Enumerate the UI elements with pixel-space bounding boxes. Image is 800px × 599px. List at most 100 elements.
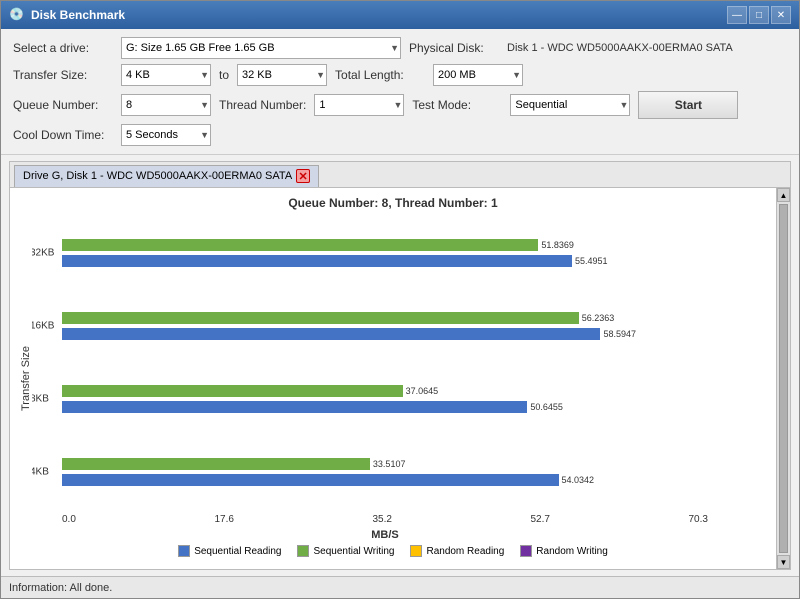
cool-down-wrapper: 5 Seconds ▼ bbox=[121, 124, 211, 146]
chart-body: 32KB51.836955.495116KB56.236358.59478KB3… bbox=[32, 216, 768, 541]
controls-area: Select a drive: G: Size 1.65 GB Free 1.6… bbox=[1, 29, 799, 155]
bar-row: 58.5947 bbox=[62, 327, 708, 341]
chart-tab[interactable]: Drive G, Disk 1 - WDC WD5000AAKX-00ERMA0… bbox=[14, 165, 319, 187]
legend-label: Sequential Reading bbox=[194, 546, 281, 557]
bar-value: 55.4951 bbox=[575, 256, 608, 266]
queue-number-select[interactable]: 8 bbox=[121, 94, 211, 116]
bar-row: 50.6455 bbox=[62, 400, 708, 414]
control-row-transfer: Transfer Size: 4 KB ▼ to 32 KB ▼ Total L… bbox=[13, 64, 787, 86]
y-axis-label: Transfer Size bbox=[18, 216, 32, 541]
bar-reading bbox=[62, 255, 572, 267]
x-axis-area: 0.017.635.252.770.3 MB/S bbox=[32, 512, 768, 541]
to-label: to bbox=[219, 68, 229, 82]
total-length-wrapper: 200 MB ▼ bbox=[433, 64, 523, 86]
bar-group: 8KB37.064550.6455 bbox=[62, 384, 708, 414]
bar-group-label: 32KB bbox=[32, 247, 54, 258]
legend-item: Sequential Reading bbox=[178, 545, 281, 557]
bar-group: 32KB51.836955.4951 bbox=[62, 238, 708, 268]
physical-disk-label: Physical Disk: bbox=[409, 41, 499, 55]
bar-value: 33.5107 bbox=[373, 459, 406, 469]
legend-label: Sequential Writing bbox=[313, 546, 394, 557]
main-window: 💿 Disk Benchmark — □ ✕ Select a drive: G… bbox=[0, 0, 800, 599]
legend-label: Random Reading bbox=[426, 546, 504, 557]
minimize-button[interactable]: — bbox=[727, 6, 747, 24]
drive-select[interactable]: G: Size 1.65 GB Free 1.65 GB bbox=[121, 37, 401, 59]
scroll-thumb[interactable] bbox=[779, 204, 788, 553]
chart-plot-area: 32KB51.836955.495116KB56.236358.59478KB3… bbox=[32, 216, 768, 512]
bar-reading bbox=[62, 474, 559, 486]
bar-row: 54.0342 bbox=[62, 473, 708, 487]
test-mode-wrapper: Sequential ▼ bbox=[510, 94, 630, 116]
thread-number-select[interactable]: 1 bbox=[314, 94, 404, 116]
bar-group-label: 4KB bbox=[32, 466, 49, 477]
scroll-up-button[interactable]: ▲ bbox=[777, 188, 790, 202]
chart-content: Transfer Size 32KB51.836955.495116KB56.2… bbox=[18, 216, 768, 541]
maximize-button[interactable]: □ bbox=[749, 6, 769, 24]
close-button[interactable]: ✕ bbox=[771, 6, 791, 24]
bar-row: 56.2363 bbox=[62, 311, 708, 325]
drive-select-wrapper: G: Size 1.65 GB Free 1.65 GB ▼ bbox=[121, 37, 401, 59]
transfer-from-select[interactable]: 4 KB bbox=[121, 64, 211, 86]
transfer-from-wrapper: 4 KB ▼ bbox=[121, 64, 211, 86]
transfer-size-label: Transfer Size: bbox=[13, 68, 113, 82]
thread-number-label: Thread Number: bbox=[219, 98, 306, 112]
bar-row: 37.0645 bbox=[62, 384, 708, 398]
chart-container: Drive G, Disk 1 - WDC WD5000AAKX-00ERMA0… bbox=[9, 161, 791, 570]
queue-number-label: Queue Number: bbox=[13, 98, 113, 112]
bar-value: 51.8369 bbox=[541, 240, 574, 250]
legend-item: Random Reading bbox=[410, 545, 504, 557]
x-tick: 17.6 bbox=[214, 514, 233, 525]
physical-disk-value: Disk 1 - WDC WD5000AAKX-00ERMA0 SATA bbox=[507, 42, 733, 54]
cool-down-select[interactable]: 5 Seconds bbox=[121, 124, 211, 146]
bar-group: 4KB33.510754.0342 bbox=[62, 457, 708, 487]
chart-tab-bar: Drive G, Disk 1 - WDC WD5000AAKX-00ERMA0… bbox=[10, 162, 790, 188]
total-length-select[interactable]: 200 MB bbox=[433, 64, 523, 86]
transfer-to-select[interactable]: 32 KB bbox=[237, 64, 327, 86]
control-row-queue: Queue Number: 8 ▼ Thread Number: 1 ▼ Tes… bbox=[13, 91, 787, 119]
chart-tab-close-button[interactable]: ✕ bbox=[296, 169, 310, 183]
bar-writing bbox=[62, 385, 403, 397]
legend-item: Sequential Writing bbox=[297, 545, 394, 557]
start-button[interactable]: Start bbox=[638, 91, 738, 119]
x-axis-ticks: 0.017.635.252.770.3 bbox=[62, 512, 708, 527]
legend-label: Random Writing bbox=[536, 546, 608, 557]
bar-reading bbox=[62, 328, 600, 340]
bar-reading bbox=[62, 401, 527, 413]
bar-writing bbox=[62, 458, 370, 470]
bar-group-label: 16KB bbox=[32, 320, 54, 331]
chart-title: Queue Number: 8, Thread Number: 1 bbox=[18, 196, 768, 210]
x-tick: 70.3 bbox=[689, 514, 708, 525]
x-tick: 52.7 bbox=[530, 514, 549, 525]
bar-row: 51.8369 bbox=[62, 238, 708, 252]
bar-writing bbox=[62, 312, 579, 324]
bar-value: 58.5947 bbox=[603, 329, 636, 339]
control-row-cooldown: Cool Down Time: 5 Seconds ▼ bbox=[13, 124, 787, 146]
select-drive-label: Select a drive: bbox=[13, 41, 113, 55]
bar-value: 37.0645 bbox=[406, 386, 439, 396]
scroll-down-button[interactable]: ▼ bbox=[777, 555, 790, 569]
status-bar: Information: All done. bbox=[1, 576, 799, 598]
status-text: Information: All done. bbox=[9, 582, 112, 594]
title-bar: 💿 Disk Benchmark — □ ✕ bbox=[1, 1, 799, 29]
legend-color bbox=[520, 545, 532, 557]
window-title: Disk Benchmark bbox=[31, 8, 125, 22]
bar-value: 50.6455 bbox=[530, 402, 563, 412]
cool-down-label: Cool Down Time: bbox=[13, 128, 113, 142]
legend-color bbox=[297, 545, 309, 557]
transfer-to-wrapper: 32 KB ▼ bbox=[237, 64, 327, 86]
bar-value: 56.2363 bbox=[582, 313, 615, 323]
legend-item: Random Writing bbox=[520, 545, 608, 557]
legend-color bbox=[178, 545, 190, 557]
scrollbar[interactable]: ▲ ▼ bbox=[776, 188, 790, 569]
bar-writing bbox=[62, 239, 538, 251]
bar-value: 54.0342 bbox=[562, 475, 595, 485]
control-row-drive: Select a drive: G: Size 1.65 GB Free 1.6… bbox=[13, 37, 787, 59]
title-bar-left: 💿 Disk Benchmark bbox=[9, 7, 125, 23]
chart-tab-label: Drive G, Disk 1 - WDC WD5000AAKX-00ERMA0… bbox=[23, 170, 292, 182]
x-axis-title: MB/S bbox=[62, 529, 708, 541]
test-mode-select[interactable]: Sequential bbox=[510, 94, 630, 116]
title-bar-buttons: — □ ✕ bbox=[727, 6, 791, 24]
legend-color bbox=[410, 545, 422, 557]
bar-row: 55.4951 bbox=[62, 254, 708, 268]
x-tick: 0.0 bbox=[62, 514, 76, 525]
